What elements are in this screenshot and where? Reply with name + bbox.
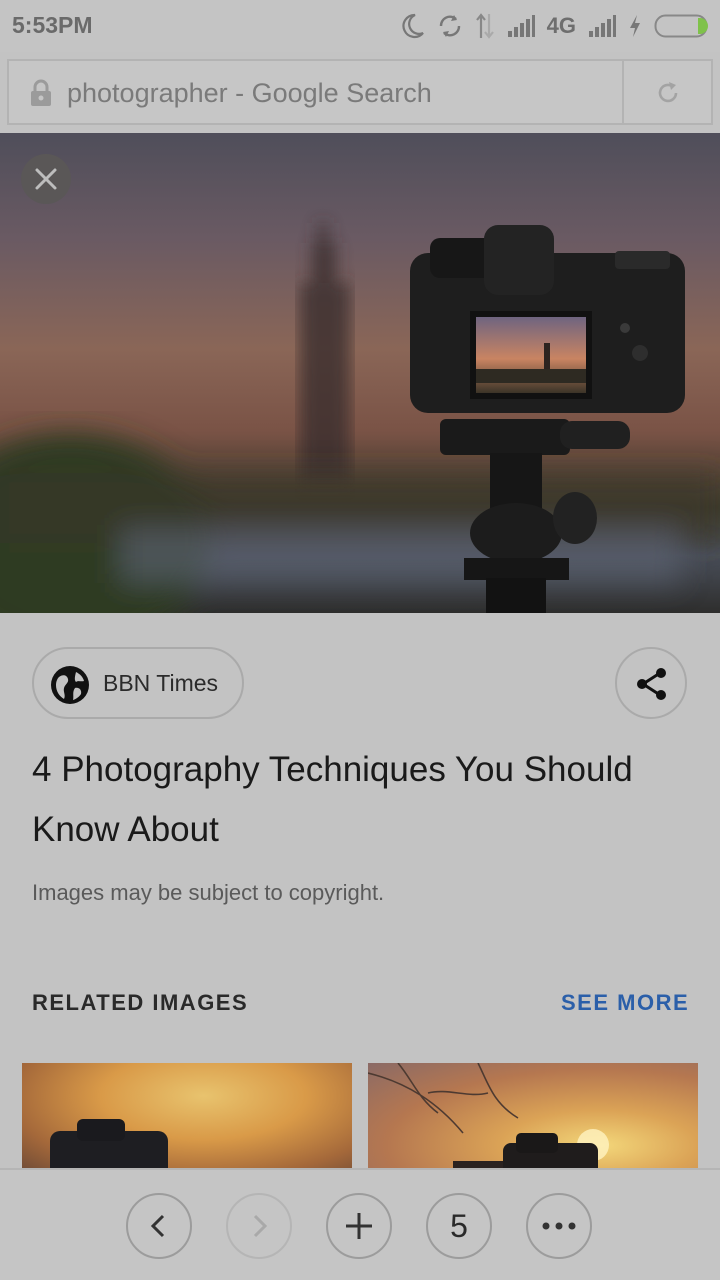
bottom-toolbar: 5 [0,1168,720,1280]
status-time: 5:53PM [12,12,93,38]
globe-icon [51,666,89,704]
status-bar: 5:53PM 4G [0,0,720,52]
signal-icon [507,15,535,37]
more-button[interactable] [526,1193,592,1259]
more-icon [542,1222,576,1230]
signal-icon [589,15,616,37]
share-button[interactable] [615,647,687,719]
forward-button[interactable] [226,1193,292,1259]
related-image-camera [50,1119,168,1173]
back-button[interactable] [126,1193,192,1259]
source-chip[interactable]: BBN Times [32,647,244,719]
tabs-button[interactable]: 5 [426,1193,492,1259]
close-icon [35,168,57,190]
back-icon [150,1214,165,1238]
charging-icon [630,15,640,37]
url-text[interactable]: photographer - Google Search [67,78,432,109]
network-type: 4G [546,13,576,38]
see-more-link[interactable]: SEE MORE [561,990,689,1016]
data-arrows-icon [475,13,494,39]
address-bar[interactable]: photographer - Google Search [7,59,713,125]
source-name: BBN Times [103,670,219,696]
sync-icon [439,15,460,37]
image-title[interactable]: 4 Photography Techniques You Should Know… [32,740,692,860]
new-tab-icon [346,1213,372,1239]
moon-icon [402,13,424,39]
lock-icon [31,79,51,106]
share-icon [637,668,666,700]
related-images-label: RELATED IMAGES [32,990,249,1015]
forward-icon [253,1214,268,1238]
battery-icon [654,14,708,38]
related-image-branches [368,1063,609,1173]
tab-count: 5 [450,1207,468,1244]
copyright-notice: Images may be subject to copyright. [32,880,385,905]
related-image-thumbnail[interactable] [368,1063,698,1173]
reload-icon[interactable] [654,79,682,107]
url-divider [622,61,624,123]
status-icons: 4G [401,10,710,42]
new-tab-button[interactable] [326,1193,392,1259]
preview-image[interactable] [0,133,720,613]
related-image-thumbnail[interactable] [22,1063,352,1173]
camera-on-tripod-photo [0,223,720,613]
close-button[interactable] [21,154,71,204]
